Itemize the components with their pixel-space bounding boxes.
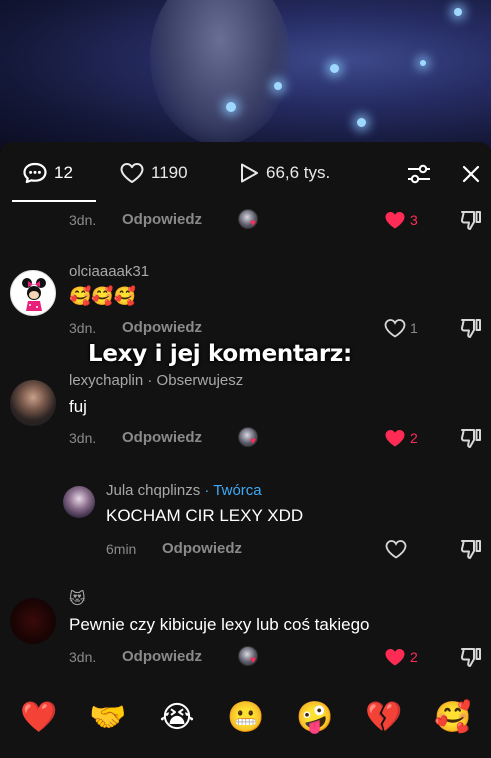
tab-comments[interactable]: 12 [22,160,73,186]
reply-avatar[interactable] [63,486,95,518]
reaction-handshake[interactable]: 🤝 [88,698,128,738]
reaction-heart[interactable]: ❤️ [19,698,59,738]
like-count: 1 [410,320,418,336]
comment-time: 3dn. [69,212,97,228]
active-tab-indicator [12,200,96,202]
reaction-grimacing[interactable]: 😬 [226,698,266,738]
comment-meta-row: 3dn. Odpowiedz 1 [0,317,491,339]
stage-light [357,118,366,127]
user-avatar[interactable] [10,380,56,426]
dislike-button[interactable] [459,646,483,668]
stage-light [454,8,462,16]
overlay-caption: Lexy i jej komentarz: [88,341,352,367]
heart-icon: ♥ [250,655,256,666]
heart-outline-icon [384,319,406,338]
reply-button[interactable]: Odpowiedz [162,540,242,557]
dislike-button[interactable] [459,317,483,339]
reply-button[interactable]: Odpowiedz [122,319,202,336]
close-icon [462,165,480,183]
thumbs-down-icon [460,429,481,448]
stage-light [330,64,339,73]
minnie-mouse-icon [22,278,46,311]
dislike-button[interactable] [459,209,483,231]
dislike-button[interactable] [459,427,483,449]
comment-text: Pewnie czy kibicuje lexy lub coś takiego [69,615,370,634]
comment-meta-row: 6min Odpowiedz [0,538,491,560]
comment-time: 6min [106,541,137,557]
user-avatar[interactable] [10,270,56,316]
quick-reactions-bar: ❤️ 🤝 😭 😬 🤪 💔 🥰 [0,694,491,744]
reaction-zany[interactable]: 🤪 [295,698,335,738]
thumbs-down-icon [460,319,481,338]
tab-views[interactable]: 66,6 tys. [238,160,330,186]
stage-light [226,102,236,112]
follow-status: · Obserwujesz [147,372,244,389]
thumbs-down-icon [460,540,481,559]
comment-username[interactable]: 😻 [69,589,86,608]
video-figure [150,0,290,145]
comment-username[interactable]: olciaaaak31 [69,263,149,280]
heart-outline-icon [385,540,407,559]
comment-meta-row: 3dn. Odpowiedz ♥ 3 [0,209,491,231]
comment-username: lexychaplin · Obserwujesz [69,372,243,389]
reaction-crying[interactable]: 😭 [157,698,197,738]
user-avatar[interactable] [10,598,56,644]
heart-outline-icon [120,163,144,183]
dislike-button[interactable] [459,538,483,560]
tab-likes[interactable]: 1190 [119,160,188,186]
comments-count: 12 [54,163,73,182]
comment-text: fuj [69,397,87,416]
comment-time: 3dn. [69,320,97,336]
heart-icon: ♥ [250,218,256,229]
video-background [0,0,491,150]
reply-button[interactable]: Odpowiedz [122,211,202,228]
comment-text: KOCHAM CIR LEXY XDD [106,506,304,525]
reaction-broken-heart[interactable]: 💔 [364,698,404,738]
like-button[interactable] [385,538,411,560]
like-count: 3 [410,212,418,228]
comment-icon [23,162,47,184]
like-count: 2 [410,430,418,446]
reply-button[interactable]: Odpowiedz [122,648,202,665]
views-count: 66,6 tys. [266,163,331,182]
comment-meta-row: 3dn. Odpowiedz ♥ 2 [0,646,491,668]
like-button[interactable]: 1 [384,317,418,339]
comments-sheet: 12 1190 66,6 tys. 3dn. Odpowiedz ♥ 3 olc… [0,142,491,758]
filter-button[interactable] [406,161,432,187]
comment-text: 🥰🥰🥰 [69,286,137,307]
username-link[interactable]: lexychaplin [69,372,143,389]
comment-time: 3dn. [69,430,97,446]
heart-filled-icon [385,649,405,666]
creator-badge: · Twórca [204,482,262,499]
like-button[interactable]: 3 [384,209,418,231]
comment-time: 3dn. [69,649,97,665]
reply-button[interactable]: Odpowiedz [122,429,202,446]
heart-filled-icon [385,430,405,447]
like-button[interactable]: 2 [384,427,418,449]
sliders-icon [408,164,430,184]
heart-icon: ♥ [250,436,256,447]
like-button[interactable]: 2 [384,646,418,668]
username-link[interactable]: Jula chqplinzs [106,482,200,499]
close-button[interactable] [458,161,484,187]
play-icon [241,163,258,183]
creator-liked-badge: ♥ [238,209,262,231]
likes-count: 1190 [151,163,188,182]
stage-light [274,82,282,90]
comment-meta-row: 3dn. Odpowiedz ♥ 2 [0,427,491,449]
creator-liked-badge: ♥ [238,646,262,668]
heart-filled-icon [385,212,405,229]
creator-liked-badge: ♥ [238,427,262,449]
comment-username: Jula chqplinzs · Twórca [106,482,262,499]
reaction-smiling-hearts[interactable]: 🥰 [433,698,473,738]
stage-light [420,60,426,66]
like-count: 2 [410,649,418,665]
comments-header: 12 1190 66,6 tys. [0,142,491,204]
thumbs-down-icon [460,211,481,230]
thumbs-down-icon [460,648,481,667]
